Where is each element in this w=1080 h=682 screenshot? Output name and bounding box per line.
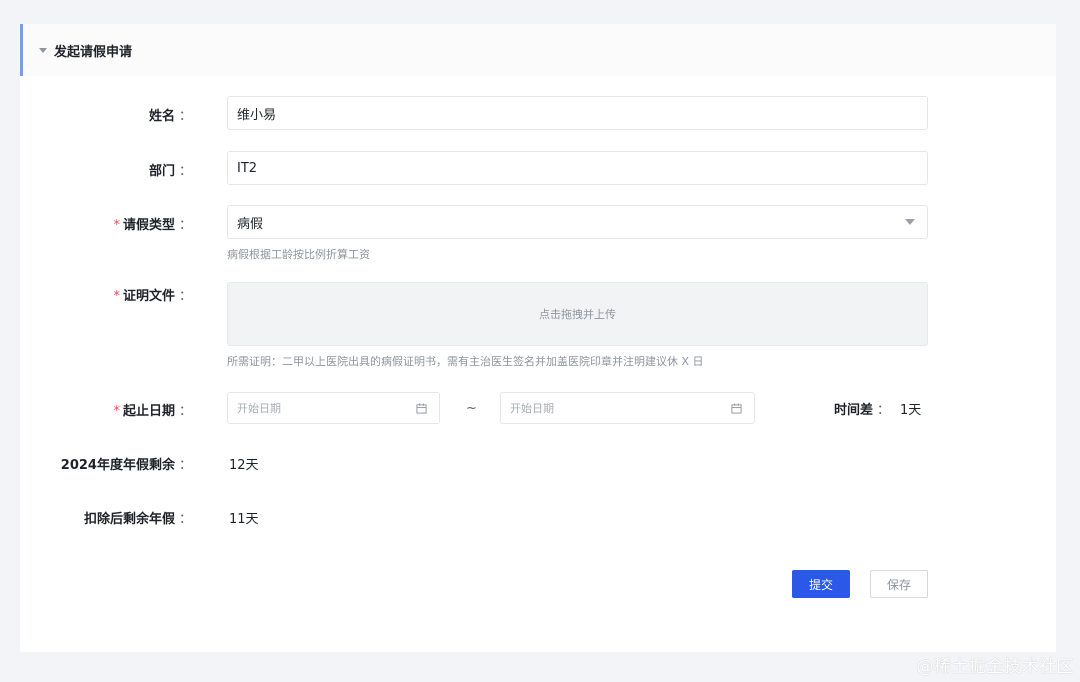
proof-hint: 所需证明：二甲以上医院出具的病假证明书，需有主治医生签名并加盖医院印章并注明建议… xyxy=(227,355,704,368)
upload-text: 点击拖拽并上传 xyxy=(539,308,616,321)
card-title: 发起请假申请 xyxy=(54,44,133,60)
department-label: 部门： xyxy=(148,164,192,179)
end-date-input[interactable]: 开始日期 xyxy=(500,392,755,424)
leave-type-label: * 请假类型： xyxy=(113,218,192,233)
save-button[interactable]: 保存 xyxy=(870,570,928,598)
card-header[interactable]: 发起请假申请 xyxy=(20,24,1056,76)
end-date-placeholder: 开始日期 xyxy=(510,402,554,415)
leave-type-hint: 病假根据工龄按比例折算工资 xyxy=(227,248,370,261)
caret-down-icon[interactable] xyxy=(39,48,47,53)
date-range-label: * 起止日期： xyxy=(113,404,192,419)
after-deduct-value: 11天 xyxy=(229,512,259,527)
after-deduct-label: 扣除后剩余年假： xyxy=(83,512,192,527)
duration-value: 1天 xyxy=(900,403,922,418)
watermark: @稀土掘金技术社区 xyxy=(916,657,1074,677)
submit-button[interactable]: 提交 xyxy=(792,570,850,598)
name-label: 姓名： xyxy=(148,109,192,124)
department-input[interactable]: IT2 xyxy=(227,151,928,185)
duration-label: 时间差： xyxy=(833,403,890,418)
dropdown-arrow-icon xyxy=(905,219,915,225)
start-date-placeholder: 开始日期 xyxy=(237,402,281,415)
leave-type-value: 病假 xyxy=(237,216,264,232)
department-value: IT2 xyxy=(237,160,258,176)
proof-label: * 证明文件： xyxy=(113,289,192,304)
leave-type-select[interactable]: 病假 xyxy=(227,205,928,239)
leave-request-card: 发起请假申请 姓名： 维小易 部门： IT2 * 请假类型： 病假 病假根据工龄按… xyxy=(20,24,1056,652)
calendar-icon[interactable] xyxy=(731,403,742,414)
annual-remaining-label: 2024年度年假剩余： xyxy=(60,458,192,473)
name-value: 维小易 xyxy=(237,107,277,123)
start-date-input[interactable]: 开始日期 xyxy=(227,392,440,424)
date-separator: ~ xyxy=(466,401,477,416)
proof-upload-area[interactable]: 点击拖拽并上传 xyxy=(227,282,928,346)
name-input[interactable]: 维小易 xyxy=(227,96,928,130)
annual-remaining-value: 12天 xyxy=(229,458,259,473)
calendar-icon[interactable] xyxy=(416,403,427,414)
